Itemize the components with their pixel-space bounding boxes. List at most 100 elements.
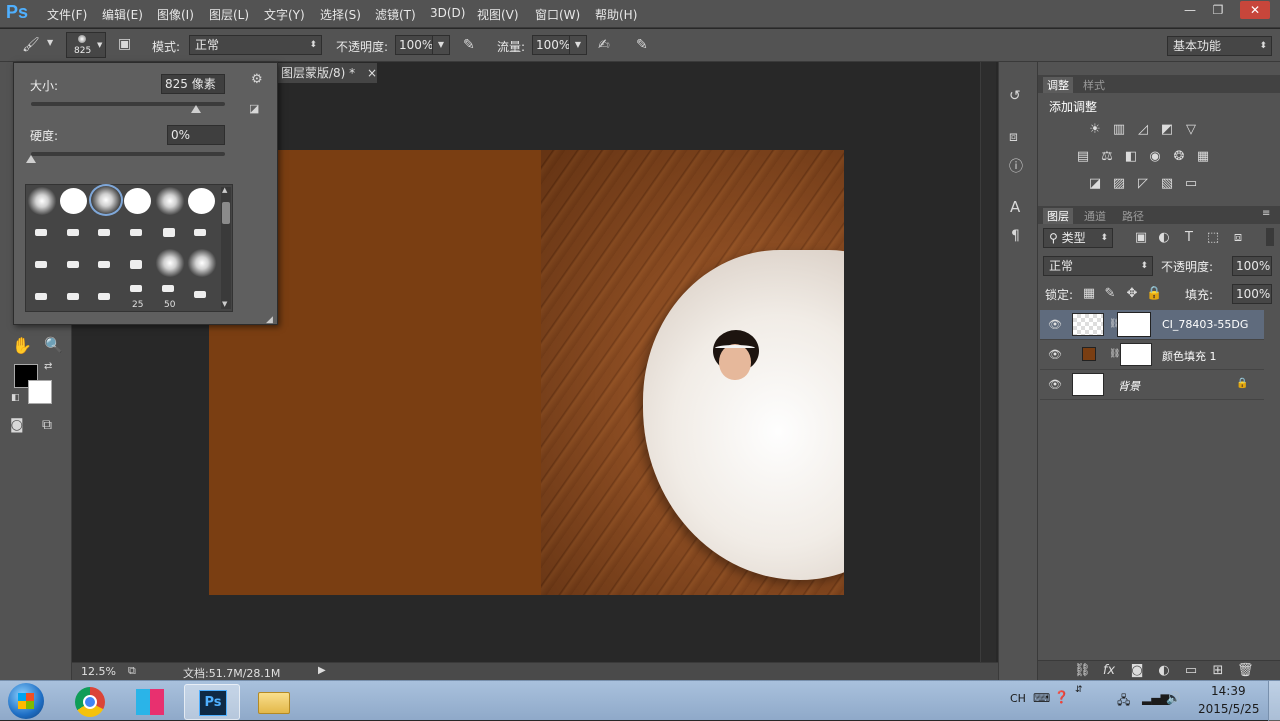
layer-fill-field[interactable]: 100%: [1232, 284, 1272, 304]
airbrush-icon[interactable]: ✍: [598, 38, 610, 52]
brush-preset[interactable]: [98, 293, 110, 300]
layer-name[interactable]: 背景: [1118, 378, 1140, 394]
fx-icon[interactable]: fx: [1101, 664, 1117, 678]
canvas[interactable]: [209, 150, 844, 595]
status-menu-icon[interactable]: ⧉: [128, 664, 136, 678]
brush-preset[interactable]: [67, 261, 79, 268]
menu-view[interactable]: 视图(V): [477, 6, 519, 23]
brush-preset-picker[interactable]: 825 ▼: [66, 32, 106, 58]
menu-select[interactable]: 选择(S): [320, 6, 361, 23]
color-balance-icon[interactable]: ⚖: [1099, 150, 1115, 164]
brush-preset[interactable]: [188, 188, 215, 214]
brush-tool-icon[interactable]: 🖌: [22, 38, 40, 52]
posterize-icon[interactable]: ▨: [1111, 177, 1127, 191]
paragraph-icon[interactable]: ¶: [1011, 229, 1020, 243]
vibrance-icon[interactable]: ▽: [1183, 123, 1199, 137]
brush-preset[interactable]: [35, 293, 47, 300]
hardness-slider-thumb[interactable]: [26, 155, 36, 163]
visibility-eye-icon[interactable]: 👁: [1048, 318, 1062, 331]
language-indicator[interactable]: CH: [1010, 692, 1026, 705]
lock-transparent-icon[interactable]: ▦: [1081, 287, 1097, 301]
brightness-icon[interactable]: ☀: [1087, 123, 1103, 137]
character-icon[interactable]: A: [1010, 200, 1020, 215]
brush-preset[interactable]: [67, 229, 79, 236]
resize-grip-icon[interactable]: ◢: [266, 315, 273, 325]
menu-filter[interactable]: 滤镜(T): [375, 6, 416, 23]
brush-preset[interactable]: [163, 228, 175, 237]
brush-panel-toggle-icon[interactable]: ▣: [118, 37, 131, 51]
brush-preset[interactable]: [155, 187, 185, 215]
link-icon[interactable]: ⛓: [1109, 349, 1120, 359]
brush-preset[interactable]: [35, 261, 47, 268]
vertical-scrollbar[interactable]: [980, 62, 996, 662]
layer-opacity-field[interactable]: 100%: [1232, 256, 1272, 276]
network-error-icon[interactable]: 🖧: [1117, 691, 1130, 712]
layer-name[interactable]: CI_78403-55DG: [1162, 318, 1248, 331]
scroll-thumb[interactable]: [222, 202, 230, 224]
default-colors-icon[interactable]: ◧: [11, 394, 20, 403]
threshold-icon[interactable]: ◸: [1135, 177, 1151, 191]
curves-icon[interactable]: ◿: [1135, 123, 1151, 137]
lock-pixels-icon[interactable]: ✎: [1102, 287, 1118, 301]
flow-field[interactable]: 100%: [532, 35, 570, 55]
opacity-field[interactable]: 100%: [395, 35, 433, 55]
trash-icon[interactable]: 🗑: [1237, 664, 1254, 678]
filter-adjustment-icon[interactable]: ◐: [1156, 231, 1172, 245]
menu-type[interactable]: 文字(Y): [264, 6, 305, 23]
size-field[interactable]: 825 像素: [161, 74, 225, 94]
brush-preset[interactable]: [155, 249, 185, 277]
panel-menu-icon[interactable]: ≡: [1262, 208, 1270, 219]
selective-color-icon[interactable]: ▭: [1183, 177, 1199, 191]
quick-mask-icon[interactable]: ◙: [10, 418, 24, 432]
pressure-size-icon[interactable]: ✎: [636, 38, 648, 52]
tool-preset-dropdown[interactable]: ▼: [47, 39, 53, 47]
menu-layer[interactable]: 图层(L): [209, 6, 249, 23]
minimize-button[interactable]: —: [1175, 1, 1205, 19]
hardness-slider[interactable]: [31, 152, 225, 156]
status-arrow-icon[interactable]: ▶: [318, 665, 326, 676]
show-hidden-icons[interactable]: ⇵: [1075, 685, 1083, 695]
fill-color-swatch[interactable]: [1082, 347, 1096, 361]
restore-button[interactable]: ❐: [1203, 1, 1233, 19]
blend-mode-select[interactable]: 正常 ⬍: [1043, 256, 1153, 276]
brush-preset[interactable]: [35, 229, 47, 236]
tab-adjustments[interactable]: 调整: [1043, 77, 1073, 93]
brush-preset[interactable]: [162, 285, 174, 292]
3d-icon[interactable]: ⧈: [1009, 130, 1018, 144]
layer-name[interactable]: 颜色填充 1: [1162, 348, 1217, 364]
layer-row[interactable]: 👁 ⛓ 颜色填充 1: [1040, 340, 1264, 370]
mode-select[interactable]: 正常 ⬍: [189, 35, 322, 55]
scroll-up-icon[interactable]: ▲: [222, 186, 227, 194]
brush-preset[interactable]: [130, 285, 142, 292]
new-layer-icon[interactable]: ⊞: [1210, 664, 1226, 678]
menu-help[interactable]: 帮助(H): [595, 6, 637, 23]
scroll-down-icon[interactable]: ▼: [222, 300, 227, 308]
menu-3d[interactable]: 3D(D): [430, 6, 465, 20]
hardness-field[interactable]: 0%: [167, 125, 225, 145]
add-mask-icon[interactable]: ◙: [1129, 664, 1145, 678]
brush-preset-selected[interactable]: [89, 184, 123, 216]
info-icon[interactable]: ⓘ: [1009, 160, 1023, 174]
visibility-eye-icon[interactable]: 👁: [1048, 378, 1062, 391]
new-preset-icon[interactable]: ◪: [249, 103, 259, 114]
color-lookup-icon[interactable]: ▦: [1195, 150, 1211, 164]
filter-toggle[interactable]: [1266, 228, 1274, 246]
tab-channels[interactable]: 通道: [1084, 208, 1106, 224]
size-slider-thumb[interactable]: [190, 105, 201, 113]
close-button[interactable]: ✕: [1240, 1, 1270, 19]
gradient-map-icon[interactable]: ▧: [1159, 177, 1175, 191]
visibility-eye-icon[interactable]: 👁: [1048, 348, 1062, 361]
brush-preset[interactable]: [60, 188, 87, 214]
hand-tool-icon[interactable]: ✋: [12, 338, 32, 354]
background-color-swatch[interactable]: [28, 380, 52, 404]
zoom-tool-icon[interactable]: 🔍: [44, 338, 63, 353]
filter-shape-icon[interactable]: ⬚: [1205, 231, 1221, 245]
flow-dropdown[interactable]: ▼: [569, 35, 587, 55]
brush-grid-scrollbar[interactable]: ▲ ▼: [221, 186, 231, 309]
workspace-select[interactable]: 基本功能 ⬍: [1167, 36, 1272, 56]
brush-preset[interactable]: [98, 261, 110, 268]
new-group-icon[interactable]: ▭: [1183, 664, 1199, 678]
channel-mixer-icon[interactable]: ❂: [1171, 150, 1187, 164]
zoom-level[interactable]: 12.5%: [81, 665, 116, 678]
brush-preset[interactable]: [27, 187, 57, 215]
